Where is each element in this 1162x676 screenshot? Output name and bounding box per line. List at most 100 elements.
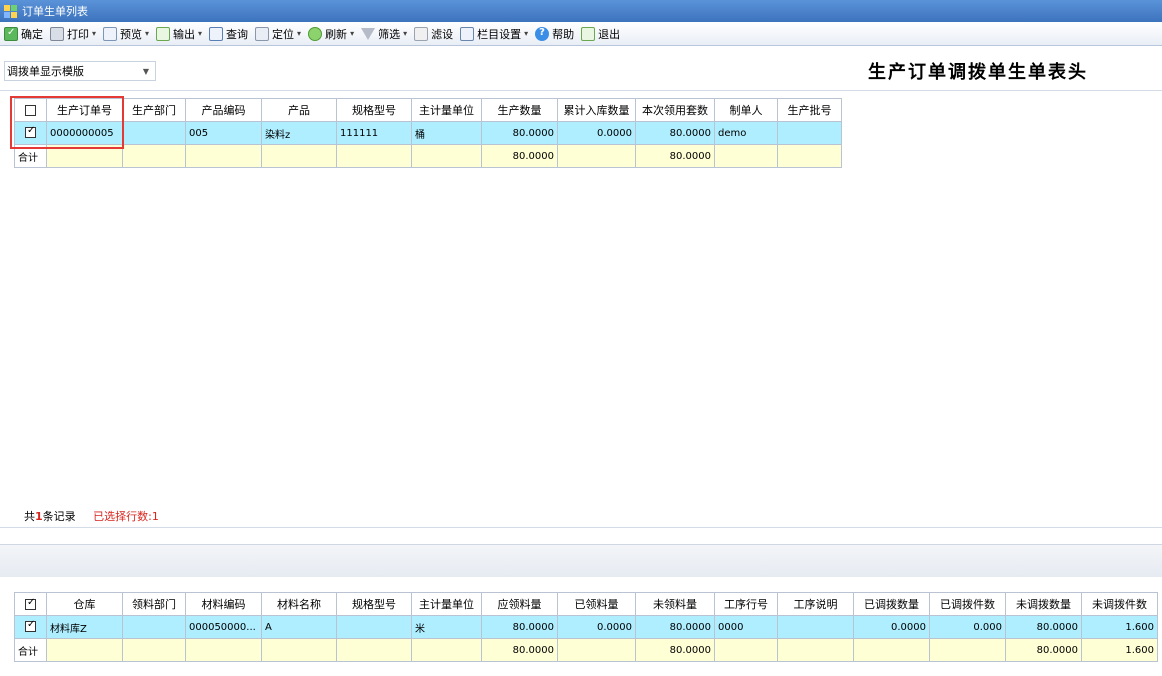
column-header[interactable]: 规格型号 (336, 98, 412, 122)
column-header[interactable]: 产品编码 (185, 98, 262, 122)
column-header[interactable]: 主计量单位 (411, 98, 482, 122)
toolbar-button-label: 输出 (173, 27, 196, 41)
total-cell: 80.0000 (635, 144, 715, 168)
column-header[interactable]: 生产数量 (481, 98, 558, 122)
export-icon (156, 26, 171, 41)
column-header[interactable]: 工序说明 (777, 592, 854, 616)
toolbar-button-2[interactable]: 预览 ▾ (103, 26, 149, 42)
column-header[interactable]: 仓库 (46, 592, 123, 616)
column-header[interactable]: 累计入库数量 (557, 98, 636, 122)
toolbar-button-6[interactable]: 刷新 ▾ (308, 26, 354, 42)
table-cell[interactable] (777, 615, 854, 639)
column-header[interactable]: 工序行号 (714, 592, 778, 616)
dropdown-caret-icon[interactable]: ▾ (524, 29, 528, 38)
column-header[interactable]: 未调拨数量 (1005, 592, 1082, 616)
table-cell[interactable]: 桶 (411, 121, 482, 145)
toolbar-button-8[interactable]: 滤设 (414, 26, 453, 42)
total-cell (557, 638, 636, 662)
column-header[interactable]: 规格型号 (336, 592, 412, 616)
column-header[interactable]: 主计量单位 (411, 592, 482, 616)
column-header[interactable]: 制单人 (714, 98, 778, 122)
table-cell[interactable]: 米 (411, 615, 482, 639)
dropdown-caret-icon[interactable]: ▾ (297, 29, 301, 38)
column-header[interactable]: 未调拨件数 (1081, 592, 1158, 616)
column-header[interactable]: 已调拨数量 (853, 592, 930, 616)
status-suffix: 条记录 (42, 510, 76, 523)
column-header[interactable]: 生产部门 (122, 98, 186, 122)
column-header[interactable]: 材料名称 (261, 592, 337, 616)
column-header[interactable]: 产品 (261, 98, 337, 122)
table-cell[interactable]: demo (714, 121, 778, 145)
toolbar-button-4[interactable]: 查询 (209, 26, 248, 42)
table-cell[interactable]: 0.0000 (557, 121, 636, 145)
toolbar-button-9[interactable]: 栏目设置 ▾ (460, 26, 528, 42)
toolbar-button-3[interactable]: 输出 ▾ (156, 26, 202, 42)
table-cell[interactable]: 80.0000 (481, 121, 558, 145)
toolbar-button-7[interactable]: 筛选 ▾ (361, 26, 407, 42)
row-checkbox[interactable] (25, 619, 36, 633)
total-cell (557, 144, 636, 168)
toolbar-button-5[interactable]: 定位 ▾ (255, 26, 301, 42)
status-line: 共1条记录 已选择行数:1 (24, 508, 159, 524)
table-cell[interactable]: 染料z (261, 121, 337, 145)
table-cell[interactable]: 80.0000 (635, 121, 715, 145)
toolbar-button-label: 打印 (67, 27, 89, 41)
toolbar-button-11[interactable]: 退出 (581, 26, 620, 42)
row-checkbox-cell[interactable] (14, 121, 47, 145)
table-cell[interactable]: 0.000 (929, 615, 1006, 639)
column-header[interactable]: 领料部门 (122, 592, 186, 616)
column-header[interactable]: 生产批号 (777, 98, 842, 122)
dropdown-caret-icon[interactable]: ▾ (92, 29, 96, 38)
column-header[interactable]: 生产订单号 (46, 98, 123, 122)
table-cell[interactable]: 80.0000 (481, 615, 558, 639)
row-checkbox-cell[interactable] (14, 615, 47, 639)
table-cell[interactable]: 111111 (336, 121, 412, 145)
column-header[interactable]: 材料编码 (185, 592, 262, 616)
table-row[interactable]: 0000000005005染料z111111桶80.00000.000080.0… (14, 121, 842, 145)
table-cell[interactable]: 0.0000 (853, 615, 930, 639)
table-cell[interactable]: 80.0000 (1005, 615, 1082, 639)
dropdown-caret-icon[interactable]: ▾ (145, 29, 149, 38)
table-cell[interactable]: 1.600 (1081, 615, 1158, 639)
toolbar-button-10[interactable]: 帮助 (535, 26, 574, 42)
locate-icon (255, 26, 270, 41)
template-select[interactable]: 调拨单显示模版 ▼ (4, 61, 156, 81)
table-row[interactable]: 材料库Z000050000...A米80.00000.000080.000000… (14, 615, 1158, 639)
table-cell[interactable] (777, 121, 842, 145)
table-cell[interactable] (122, 615, 186, 639)
table-cell[interactable]: 材料库Z (46, 615, 123, 639)
toolbar-button-label: 预览 (120, 27, 143, 41)
select-all-header[interactable] (14, 592, 47, 616)
total-row: 合计 80.0000 80.0000 (14, 144, 842, 168)
exit-icon (581, 26, 596, 41)
column-header[interactable]: 本次领用套数 (635, 98, 715, 122)
table-cell[interactable]: 0.0000 (557, 615, 636, 639)
table-cell[interactable] (336, 615, 412, 639)
select-all-header[interactable] (14, 98, 47, 122)
column-header[interactable]: 已领料量 (557, 592, 636, 616)
table-cell[interactable]: 0000 (714, 615, 778, 639)
table-cell[interactable]: A (261, 615, 337, 639)
toolbar-button-0[interactable]: 确定 (4, 26, 43, 42)
select-all-checkbox[interactable] (25, 105, 36, 116)
dropdown-caret-icon[interactable]: ▾ (403, 29, 407, 38)
column-header[interactable]: 已调拨件数 (929, 592, 1006, 616)
splitter-bar[interactable] (0, 544, 1162, 577)
dropdown-caret-icon[interactable]: ▾ (350, 29, 354, 38)
column-header[interactable]: 应领料量 (481, 592, 558, 616)
table-cell[interactable]: 000050000... (185, 615, 262, 639)
confirm-icon (4, 26, 18, 41)
total-cell (185, 638, 262, 662)
table-cell[interactable]: 0000000005 (46, 121, 123, 145)
table-cell[interactable]: 80.0000 (635, 615, 715, 639)
row-checkbox[interactable] (25, 125, 36, 139)
table-cell[interactable] (122, 121, 186, 145)
toolbar-button-label: 定位 (272, 27, 295, 41)
material-grid: 仓库领料部门材料编码材料名称规格型号主计量单位应领料量已领料量未领料量工序行号工… (14, 592, 1158, 662)
table-cell[interactable]: 005 (185, 121, 262, 145)
toolbar-button-1[interactable]: 打印 ▾ (50, 26, 96, 42)
column-header[interactable]: 未领料量 (635, 592, 715, 616)
toolbar-button-label: 确定 (21, 27, 43, 41)
dropdown-caret-icon[interactable]: ▾ (198, 29, 202, 38)
select-all-checkbox[interactable] (25, 597, 36, 610)
